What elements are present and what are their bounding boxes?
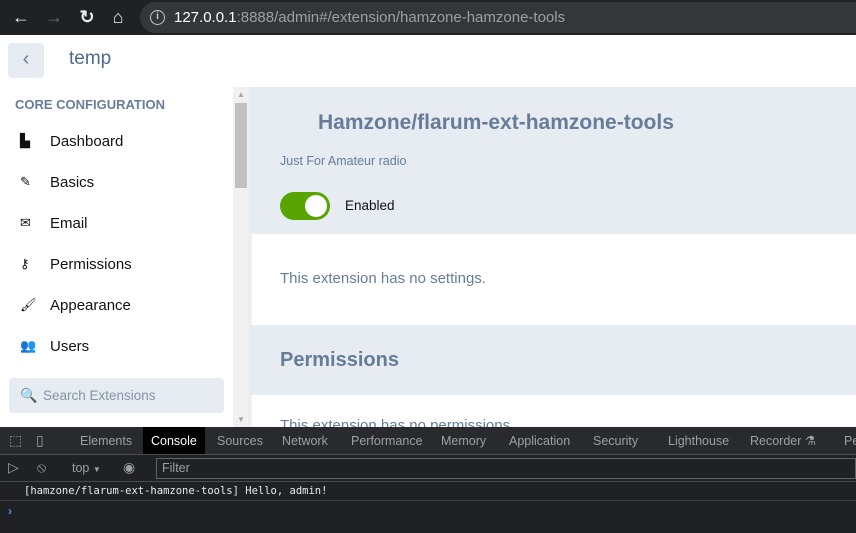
sidebar-heading: CORE CONFIGURATION <box>15 97 165 112</box>
permissions-title: Permissions <box>280 349 399 371</box>
home-icon[interactable]: ⌂ <box>107 6 129 28</box>
browser-toolbar: ← → ↻ ⌂ i 127.0.0.1:8888/admin#/extensio… <box>0 0 856 35</box>
device-toolbar-icon[interactable]: ▯ <box>36 432 44 449</box>
tab-memory[interactable]: Memory <box>441 427 486 454</box>
context-select[interactable]: top ▼ <box>72 461 101 475</box>
tab-elements[interactable]: Elements <box>80 427 132 454</box>
extension-header: Hamzone/flarum-ext-hamzone-tools Just Fo… <box>249 87 856 234</box>
no-permissions-text: This extension has no permissions. <box>280 417 515 427</box>
enabled-toggle[interactable] <box>280 192 330 220</box>
sidebar-item-label: Permissions <box>50 255 132 273</box>
address-bar[interactable]: i 127.0.0.1:8888/admin#/extension/hamzon… <box>140 2 856 33</box>
url-host: 127.0.0.1 <box>174 9 237 26</box>
no-settings-text: This extension has no settings. <box>280 270 486 287</box>
tab-security[interactable]: Security <box>593 427 638 454</box>
key-icon: ⚷ <box>20 256 30 271</box>
sidebar-toggle-icon[interactable]: ▷ <box>8 459 19 476</box>
clear-console-icon[interactable]: ⦸ <box>37 459 46 476</box>
filter-input[interactable]: Filter <box>156 458 856 479</box>
console-toolbar: ▷ ⦸ top ▼ ◉ Filter <box>0 455 856 482</box>
reload-icon[interactable]: ↻ <box>76 6 98 28</box>
tab-lighthouse[interactable]: Lighthouse <box>668 427 729 454</box>
permissions-header: Permissions <box>249 325 856 395</box>
sidebar-item-label: Basics <box>50 173 95 191</box>
sidebar-item-label: Dashboard <box>50 132 124 150</box>
search-icon: 🔍 <box>20 387 38 403</box>
sidebar-scrollbar[interactable]: ▲ ▼ <box>233 87 249 427</box>
sidebar-item-dashboard[interactable]: ▙ Dashboard <box>20 129 123 153</box>
chart-bar-icon: ▙ <box>20 133 30 148</box>
search-placeholder: Search Extensions <box>43 388 156 403</box>
tab-recorder[interactable]: Recorder ⚗ <box>750 427 816 454</box>
site-title[interactable]: temp <box>69 48 111 70</box>
tab-application[interactable]: Application <box>509 427 570 454</box>
back-button[interactable]: ‹ <box>8 43 44 78</box>
scrollbar-thumb[interactable] <box>235 103 247 188</box>
sidebar-item-label: Email <box>50 214 88 232</box>
tab-performance[interactable]: Performance <box>351 427 423 454</box>
pencil-icon: ✎ <box>20 174 31 189</box>
toggle-knob <box>305 195 327 217</box>
envelope-icon: ✉ <box>20 215 31 230</box>
context-label: top <box>72 461 90 475</box>
devtools-tabs: ⬚ ▯ Elements Console Sources Network Per… <box>0 427 856 455</box>
sidebar-item-label: Appearance <box>50 296 131 314</box>
tab-sources[interactable]: Sources <box>217 427 263 454</box>
devtools-panel: ⬚ ▯ Elements Console Sources Network Per… <box>0 427 856 533</box>
sidebar-item-users[interactable]: 👥 Users <box>20 334 89 358</box>
tab-recorder-label: Recorder <box>750 434 802 448</box>
users-icon: 👥 <box>20 338 37 353</box>
sidebar-item-label: Users <box>50 337 90 355</box>
sidebar-item-appearance[interactable]: 🖌 Appearance <box>20 293 131 317</box>
extension-page: Hamzone/flarum-ext-hamzone-tools Just Fo… <box>249 87 856 427</box>
eye-icon[interactable]: ◉ <box>123 459 135 476</box>
back-arrow-icon[interactable]: ← <box>10 6 32 28</box>
sidebar-item-basics[interactable]: ✎ Basics <box>20 170 94 194</box>
forward-arrow-icon[interactable]: → <box>43 6 65 28</box>
search-extensions-input[interactable]: 🔍 Search Extensions <box>9 378 224 413</box>
sidebar-item-email[interactable]: ✉ Email <box>20 211 88 235</box>
tab-overflow[interactable]: Pe <box>844 427 856 454</box>
scroll-down-icon[interactable]: ▼ <box>237 415 245 424</box>
console-message: [hamzone/flarum-ext-hamzone-tools] Hello… <box>0 482 856 501</box>
flask-icon: ⚗ <box>804 434 817 448</box>
tab-network[interactable]: Network <box>282 427 328 454</box>
sidebar: CORE CONFIGURATION ▙ Dashboard ✎ Basics ✉ E… <box>0 87 233 427</box>
dropdown-arrow-icon: ▼ <box>92 465 101 474</box>
sidebar-item-permissions[interactable]: ⚷ Permissions <box>20 252 132 276</box>
tab-console[interactable]: Console <box>143 427 205 454</box>
url-path: :8888/admin#/extension/hamzone-hamzone-t… <box>236 9 566 26</box>
extension-description: Just For Amateur radio <box>280 154 407 168</box>
enabled-label: Enabled <box>345 198 395 213</box>
extension-title: Hamzone/flarum-ext-hamzone-tools <box>318 111 674 134</box>
scroll-up-icon[interactable]: ▲ <box>237 90 245 99</box>
console-prompt[interactable]: › <box>8 504 12 518</box>
inspect-element-icon[interactable]: ⬚ <box>9 432 22 449</box>
paint-brush-icon: 🖌 <box>20 297 37 312</box>
page: ‹ temp CORE CONFIGURATION ▙ Dashboard ✎ Ba… <box>0 35 856 427</box>
site-info-icon[interactable]: i <box>150 10 165 25</box>
